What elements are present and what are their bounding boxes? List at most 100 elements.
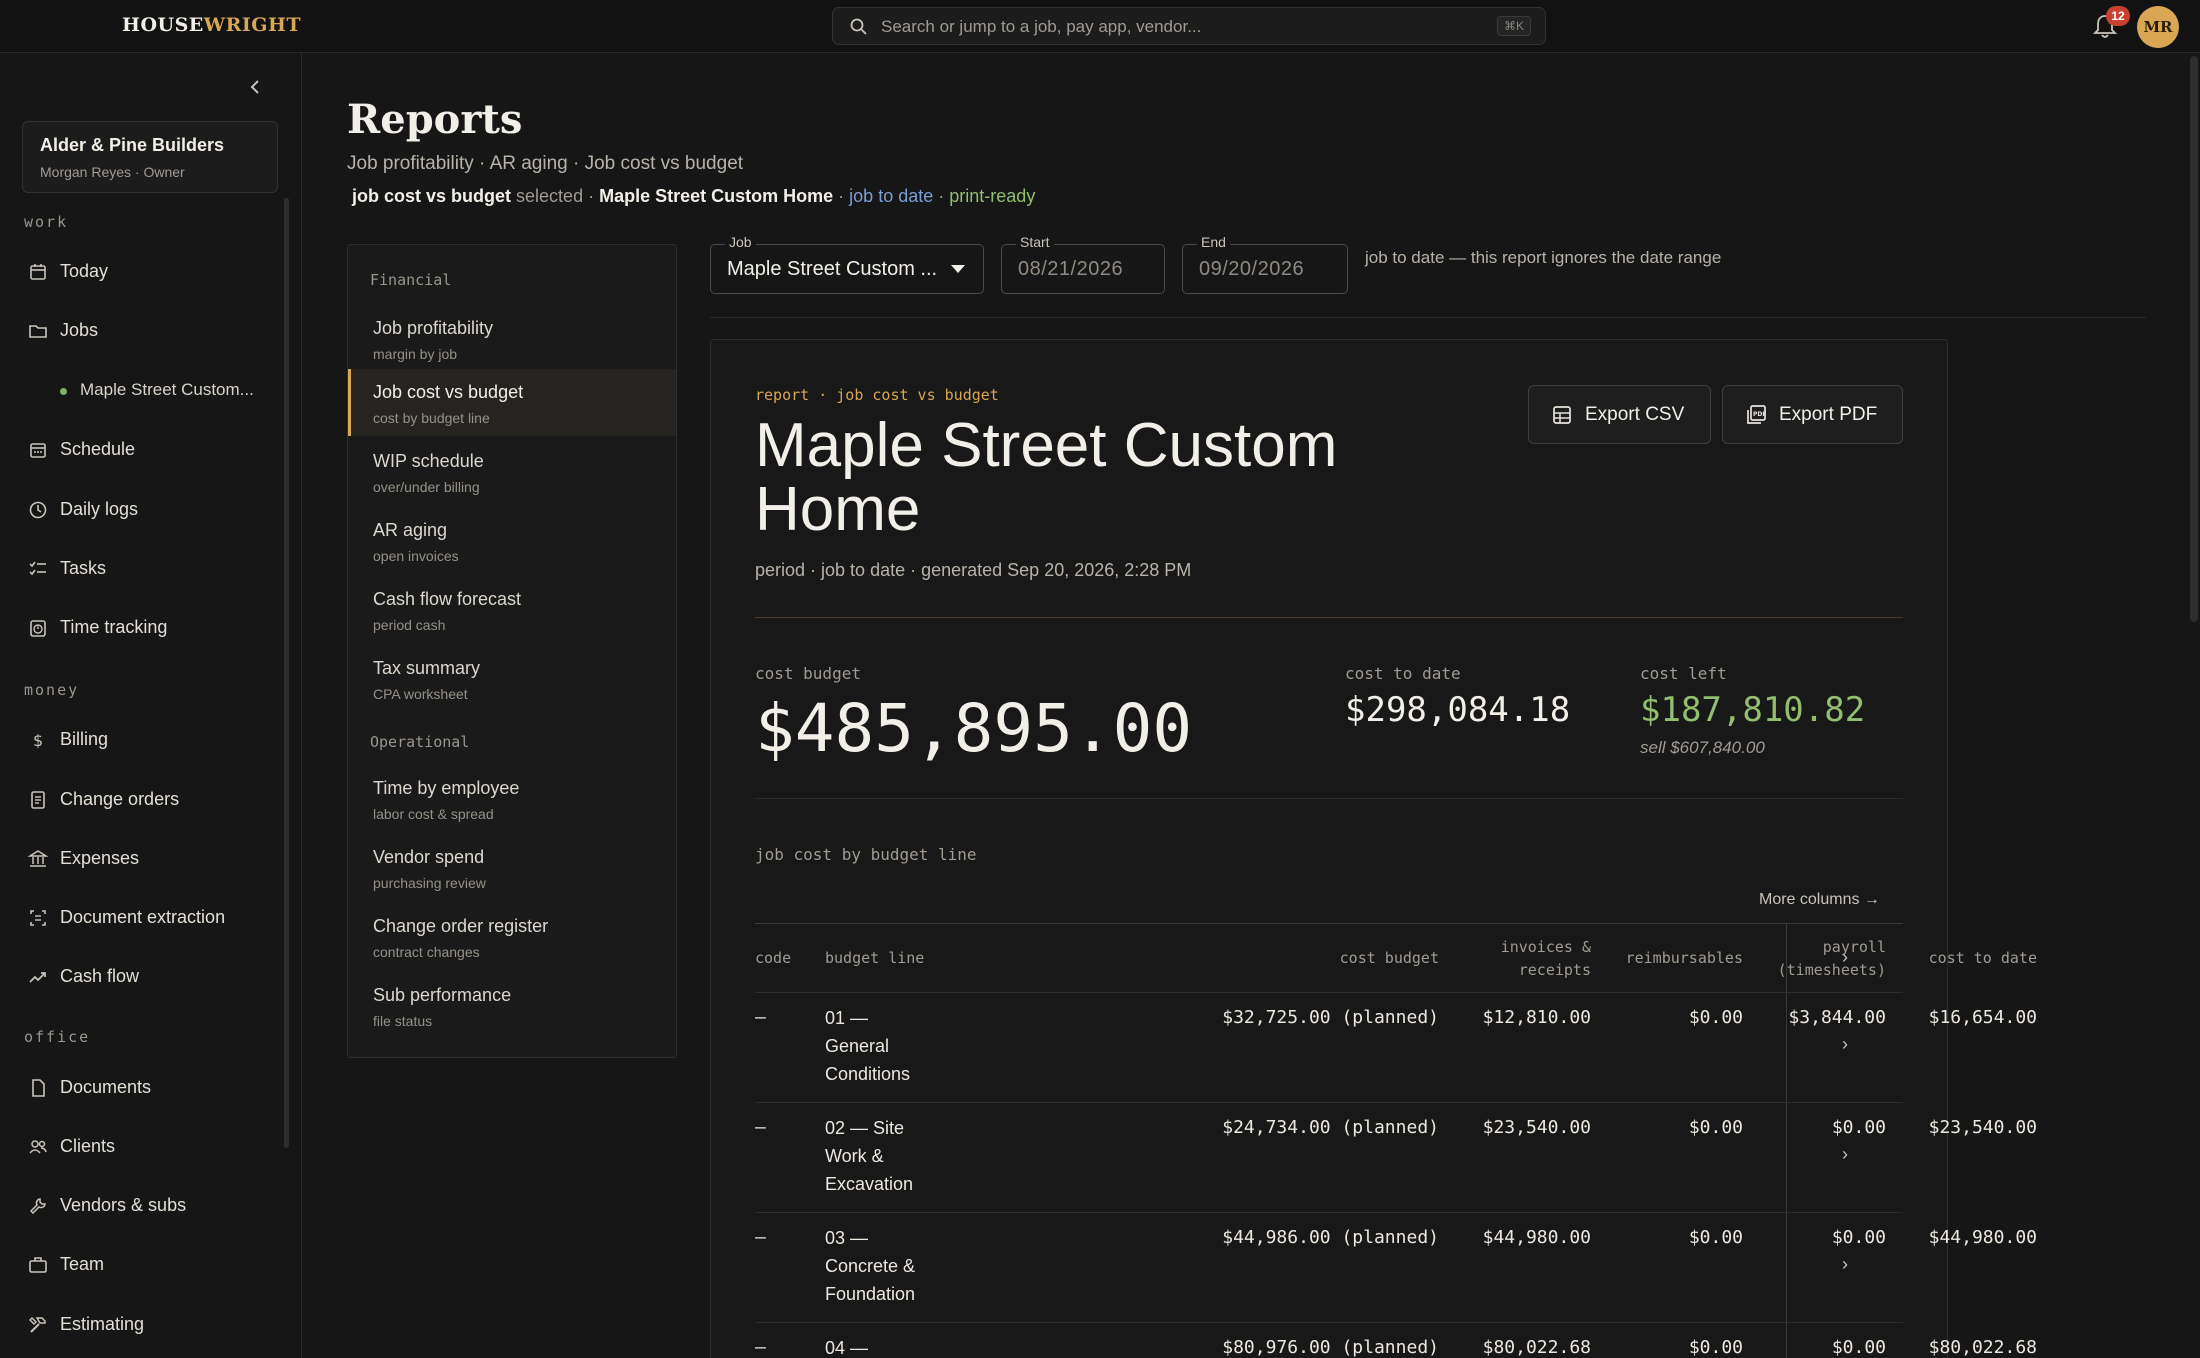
sidebar-item-change-orders[interactable]: Change orders (0, 778, 284, 822)
status-report-name: job cost vs budget (352, 186, 512, 206)
report-item-title: AR aging (373, 520, 448, 540)
cell-budget-line: 02 — Site Work & Excavation (825, 1118, 914, 1194)
report-item-time-by-employee[interactable]: Time by employee labor cost & spread (348, 765, 676, 832)
job-status-dot (60, 388, 67, 395)
divider (710, 317, 2146, 318)
report-item-desc: period cash (373, 617, 446, 633)
org-switcher[interactable]: Alder & Pine Builders Morgan Reyes · Own… (22, 121, 278, 193)
start-date-value: 08/21/2026 (1018, 258, 1124, 280)
sidebar-item-schedule[interactable]: Schedule (0, 428, 284, 472)
sidebar-item-team[interactable]: Team (0, 1243, 284, 1287)
expand-columns-icon[interactable]: › (1842, 947, 1848, 968)
sidebar-item-label: Daily logs (60, 499, 139, 519)
report-item-desc: cost by budget line (373, 410, 490, 426)
report-item-wip-schedule[interactable]: WIP schedule over/under billing (348, 438, 676, 505)
file-icon (32, 1079, 45, 1097)
status-job-name: Maple Street Custom Home (599, 186, 834, 206)
table-header-divider (755, 923, 1903, 924)
sidebar-fade (0, 1333, 284, 1358)
report-item-title: Time by employee (373, 778, 520, 798)
report-item-ar-aging[interactable]: AR aging open invoices (348, 507, 676, 574)
sidebar-item-label: Documents (60, 1077, 152, 1097)
kpi-cost-to-date-label: cost to date (1345, 664, 1461, 683)
report-item-desc: contract changes (373, 944, 480, 960)
end-date-field[interactable]: End 09/20/2026 (1182, 234, 1348, 294)
export-csv-button[interactable]: Export CSV (1528, 385, 1711, 444)
cell-cost-budget: $80,976.00 (planned) (1222, 1337, 1439, 1358)
sidebar-item-billing[interactable]: $ Billing (0, 718, 284, 762)
app-logo[interactable]: HOUSEWRIGHT (122, 14, 301, 36)
main-scrollbar[interactable] (2190, 56, 2198, 622)
row-expand-icon[interactable]: › (1842, 1034, 1848, 1055)
avatar[interactable]: MR (2137, 6, 2179, 48)
search-placeholder: Search or jump to a job, pay app, vendor… (881, 17, 1202, 36)
org-user: Morgan Reyes · Owner (40, 164, 185, 180)
row-expand-icon[interactable]: › (1842, 1254, 1848, 1275)
report-item-sub-performance[interactable]: Sub performance file status (348, 972, 676, 1039)
folder-icon (29, 325, 47, 338)
col-header-reimbursables: reimbursables (1625, 949, 1743, 967)
sidebar-item-document-extraction[interactable]: Document extraction (0, 896, 284, 940)
dollar-icon: $ (33, 731, 43, 750)
sidebar-item-today[interactable]: Today (0, 250, 284, 294)
report-item-tax-summary[interactable]: Tax summary CPA worksheet (348, 645, 676, 712)
sidebar: Alder & Pine Builders Morgan Reyes · Own… (0, 53, 302, 1358)
export-pdf-label: Export PDF (1779, 404, 1878, 425)
table-caption: job cost by budget line (755, 845, 977, 864)
users-icon (29, 1140, 47, 1154)
report-item-change-order-register[interactable]: Change order register contract changes (348, 903, 676, 970)
scan-icon (30, 910, 46, 926)
report-meta: period · job to date · generated Sep 20,… (755, 560, 1192, 580)
sidebar-item-label: Time tracking (60, 617, 168, 637)
report-item-desc: over/under billing (373, 479, 480, 495)
cell-budget-line: 03 — Concrete & Foundation (825, 1228, 916, 1304)
kpi-divider (755, 798, 1903, 799)
kpi-cost-budget-label: cost budget (755, 664, 861, 683)
sidebar-item-label: Jobs (60, 320, 99, 340)
sidebar-item-tasks[interactable]: Tasks (0, 547, 284, 591)
report-title: Maple Street Custom Home (755, 411, 1338, 544)
sidebar-item-expenses[interactable]: Expenses (0, 837, 284, 881)
sidebar-scrollbar[interactable] (284, 198, 289, 1148)
report-item-job-cost-vs-budget[interactable]: Job cost vs budget cost by budget line (348, 369, 676, 436)
job-select[interactable]: Job Maple Street Custom ... (710, 234, 984, 294)
report-item-title: WIP schedule (373, 451, 484, 471)
cell-cost-budget: $44,986.00 (planned) (1222, 1227, 1439, 1248)
sidebar-item-maple-street[interactable]: Maple Street Custom... (0, 369, 284, 413)
sidebar-item-cash-flow[interactable]: Cash flow (0, 955, 284, 999)
kpi-sell-value: sell $607,840.00 (1640, 738, 1765, 757)
sidebar-item-time-tracking[interactable]: Time tracking (0, 606, 284, 650)
pdf-icon: PDF (1747, 405, 1766, 424)
sidebar-item-label: Billing (60, 729, 109, 749)
sidebar-item-documents[interactable]: Documents (0, 1066, 284, 1110)
sidebar-item-label: Team (60, 1254, 105, 1274)
sidebar-item-label: Clients (60, 1136, 116, 1156)
report-item-title: Cash flow forecast (373, 589, 522, 609)
col-header-cost-budget: cost budget (1339, 949, 1439, 967)
export-csv-label: Export CSV (1585, 404, 1685, 425)
more-columns-link[interactable]: More columns → (1759, 891, 1880, 909)
report-item-vendor-spend[interactable]: Vendor spend purchasing review (348, 834, 676, 901)
page-title: Reports (347, 96, 523, 143)
nav-section-work: work (24, 213, 69, 231)
logo-text: HOUSE (122, 14, 204, 36)
cell-cost-to-date: $80,022.68 (1928, 1337, 2037, 1358)
sidebar-item-clients[interactable]: Clients (0, 1125, 284, 1169)
row-expand-icon[interactable]: › (1842, 1144, 1848, 1165)
export-pdf-button[interactable]: PDF Export PDF (1722, 385, 1903, 444)
cell-reimbursables: $0.00 (1688, 1227, 1743, 1248)
cell-code: — (755, 1007, 766, 1028)
sidebar-item-jobs[interactable]: Jobs (0, 309, 284, 353)
report-item-cash-flow-forecast[interactable]: Cash flow forecast period cash (348, 576, 676, 643)
report-item-title: Job profitability (373, 318, 494, 338)
report-item-desc: open invoices (373, 548, 459, 564)
nav-section-money: money (24, 681, 80, 699)
report-item-job-profitability[interactable]: Job profitability margin by job (348, 305, 676, 372)
collapse-sidebar-icon[interactable] (243, 75, 267, 99)
sidebar-item-daily-logs[interactable]: Daily logs (0, 488, 284, 532)
cell-invoices: $23,540.00 (1482, 1117, 1591, 1138)
row-divider (755, 1322, 1903, 1323)
start-date-field[interactable]: Start 08/21/2026 (1001, 234, 1165, 294)
sidebar-item-vendors-subs[interactable]: Vendors & subs (0, 1184, 284, 1228)
global-search[interactable]: Search or jump to a job, pay app, vendor… (832, 7, 1546, 45)
